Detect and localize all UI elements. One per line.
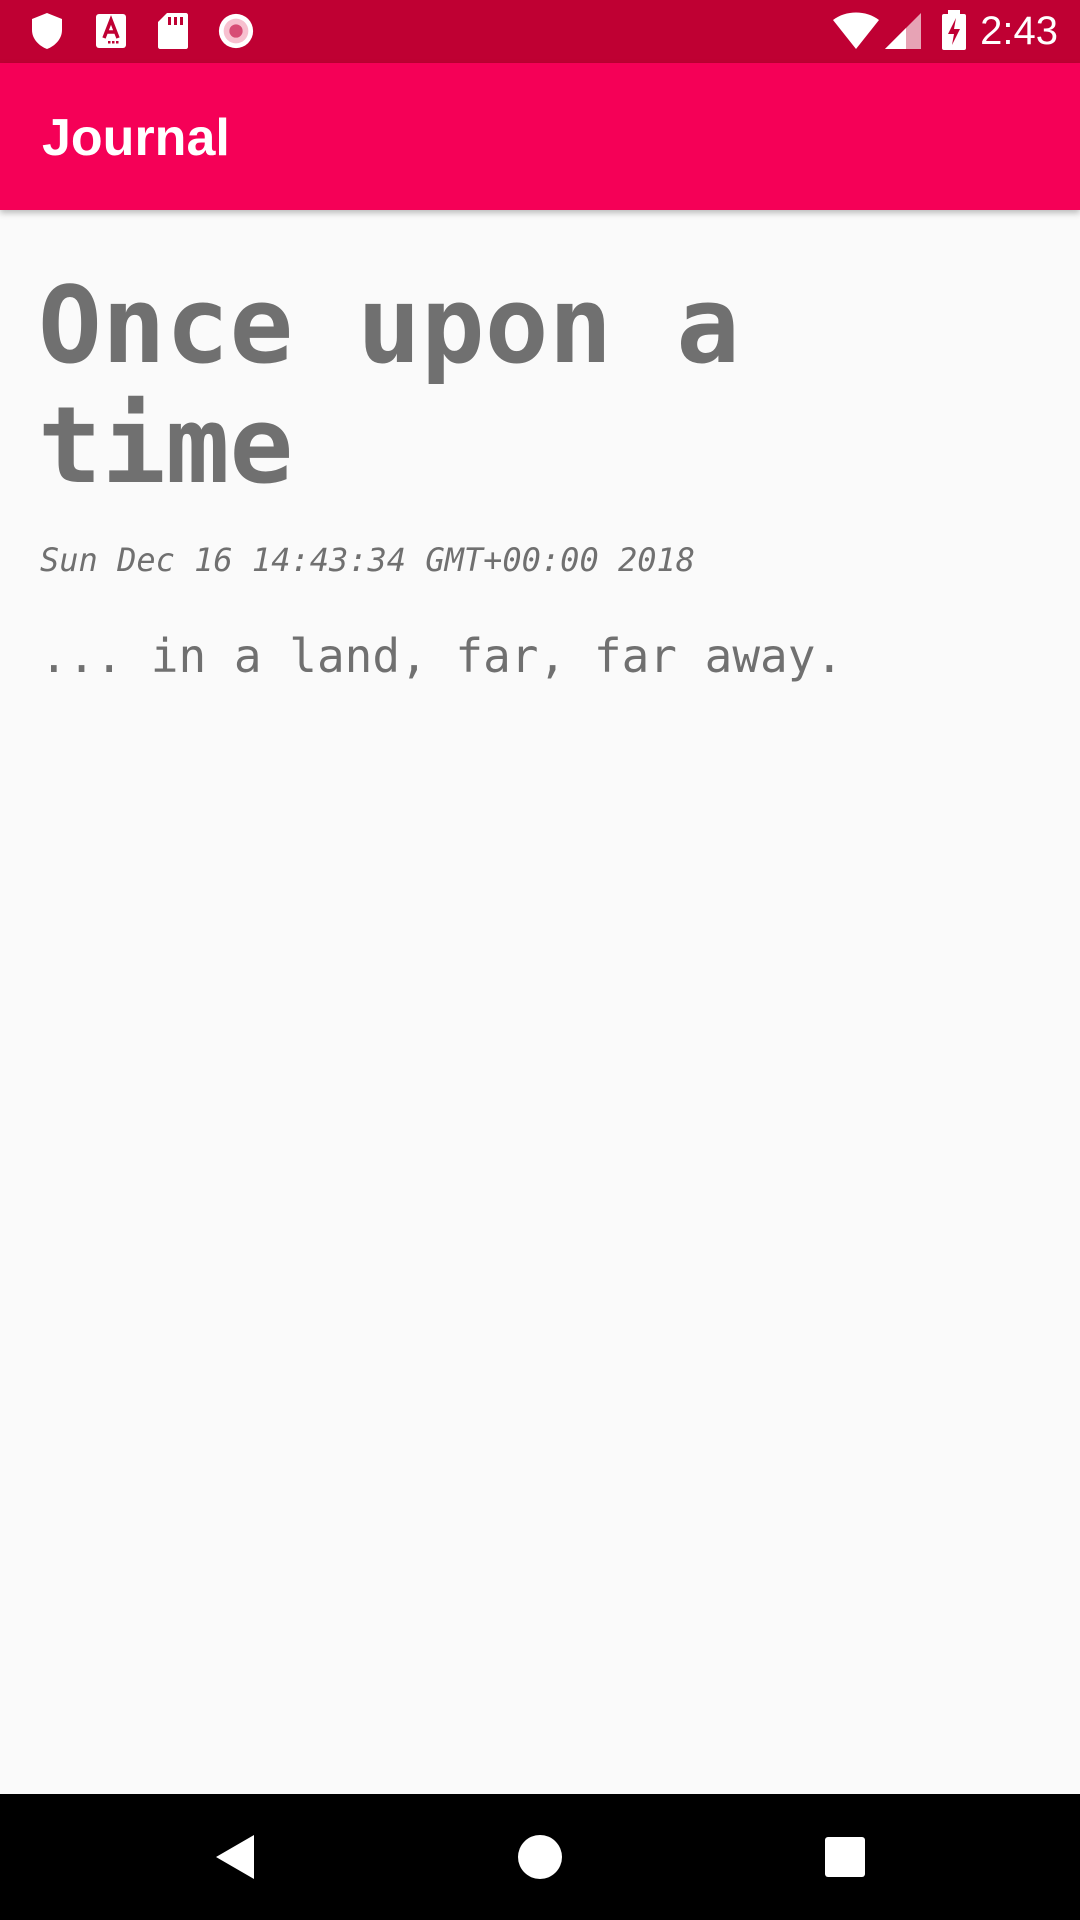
record-icon [218, 13, 254, 49]
shield-icon [32, 13, 62, 49]
font-a-icon [96, 14, 126, 48]
recents-icon[interactable] [815, 1827, 875, 1887]
wifi-icon [833, 12, 879, 49]
app-bar: Journal [0, 63, 1080, 210]
entry-date: Sun Dec 16 14:43:34 GMT+00:00 2018 [40, 541, 696, 579]
entry-body: ... in a land, far, far away. [40, 629, 844, 683]
entry-title: Once upon a time [38, 264, 740, 507]
cell-signal-icon [885, 13, 921, 49]
status-time: 2:43 [980, 9, 1058, 53]
screen: 2:43 Journal Once upon a time Sun Dec 16… [0, 0, 1080, 1920]
battery-charging-icon [942, 10, 966, 50]
back-icon[interactable] [206, 1827, 266, 1887]
status-bar: 2:43 [0, 0, 1080, 63]
app-title: Journal [42, 109, 230, 167]
journal-entry: Once upon a time Sun Dec 16 14:43:34 GMT… [0, 210, 1080, 1794]
home-icon[interactable] [510, 1827, 570, 1887]
sd-card-icon [158, 13, 188, 49]
navigation-bar [0, 1794, 1080, 1920]
